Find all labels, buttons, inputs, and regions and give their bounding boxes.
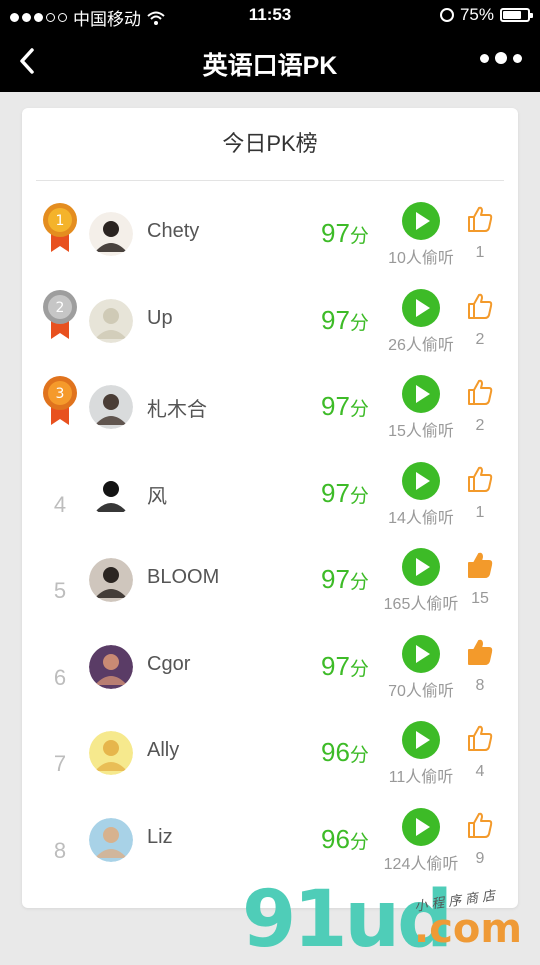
score: 97分: [321, 304, 369, 335]
listen-count: 26人偷听: [388, 336, 454, 354]
list-item[interactable]: 3 札木合 97分 15人偷听 2: [22, 369, 518, 455]
like-count: 9: [475, 849, 485, 867]
avatar[interactable]: [89, 644, 133, 689]
user-name: BLOOM: [147, 566, 220, 588]
rank-number: 5: [53, 578, 67, 603]
play-icon[interactable]: [402, 202, 440, 240]
medal-gold-icon: 1: [43, 203, 77, 252]
user-name: 风: [147, 485, 167, 508]
avatar[interactable]: [89, 298, 133, 343]
medal-bronze-icon: 3: [43, 376, 77, 425]
user-name: Up: [147, 306, 173, 329]
rank-number: 6: [53, 664, 67, 690]
list-item[interactable]: 1 Chety 97分 10人偷听 1: [22, 196, 518, 282]
list-item[interactable]: 4 风 97分 14人偷听 1: [22, 456, 518, 542]
user-name: Liz: [147, 825, 173, 848]
listen-count: 11人偷听: [388, 769, 454, 786]
avatar[interactable]: [89, 212, 133, 256]
score: 97分: [321, 477, 369, 508]
avatar[interactable]: [89, 558, 133, 602]
list-item[interactable]: 2 Up 97分 26人偷听 2: [22, 283, 518, 369]
battery-icon: [500, 8, 533, 22]
nav-bar: 英语口语PK: [0, 30, 540, 92]
divider: [36, 180, 504, 181]
score: 96分: [321, 737, 369, 767]
play-icon[interactable]: [402, 634, 440, 673]
thumbs-up-icon[interactable]: [465, 291, 495, 321]
thumbs-up-icon[interactable]: [465, 204, 495, 234]
avatar[interactable]: [89, 385, 133, 429]
score: 97分: [321, 391, 369, 421]
thumbs-up-icon[interactable]: [465, 723, 495, 753]
user-name: 札木合: [147, 399, 207, 421]
medal-rank: 2: [56, 300, 65, 316]
thumbs-up-icon[interactable]: [465, 464, 495, 494]
rank-number: 4: [53, 491, 67, 517]
list-item[interactable]: 6 Cgor 97分 70人偷听 8: [22, 629, 518, 715]
thumbs-up-icon[interactable]: [465, 810, 495, 840]
status-bar: 中国移动 11:53 75%: [0, 0, 540, 30]
like-count: 8: [475, 676, 485, 694]
list-item[interactable]: 7 Ally 96分 11人偷听 4: [22, 715, 518, 801]
list-item[interactable]: 5 BLOOM 97分 165人偷听 15: [22, 542, 518, 628]
listen-count: 15人偷听: [388, 423, 454, 440]
leaderboard-card: 今日PK榜 1 Chety 97分 10人偷听 1 2 Up 97分 26人偷听…: [22, 108, 518, 908]
avatar[interactable]: [89, 471, 133, 516]
medal-silver-icon: 2: [43, 289, 77, 339]
thumbs-up-icon[interactable]: [465, 550, 495, 580]
score: 97分: [321, 218, 369, 248]
score: 96分: [321, 823, 369, 854]
rank-number: 7: [53, 751, 67, 776]
listen-count: 10人偷听: [388, 250, 454, 267]
watermark-suffix: .com: [414, 906, 523, 952]
play-icon[interactable]: [402, 375, 440, 413]
medal-rank: 3: [56, 386, 65, 402]
battery-percent: 75%: [459, 5, 494, 24]
listen-count: 124人偷听: [383, 855, 459, 873]
play-icon[interactable]: [402, 288, 440, 327]
like-count: 2: [475, 417, 485, 434]
play-icon[interactable]: [402, 461, 440, 500]
medal-rank: 1: [56, 213, 65, 229]
user-name: Cgor: [147, 652, 191, 675]
rank-number: 8: [53, 837, 67, 863]
play-icon[interactable]: [402, 721, 440, 759]
like-count: 1: [475, 244, 485, 261]
page-title: 英语口语PK: [202, 52, 338, 80]
leaderboard-title: 今日PK榜: [222, 131, 318, 156]
like-count: 4: [475, 763, 485, 780]
rotation-lock-icon: [439, 8, 454, 22]
like-count: 15: [471, 590, 489, 607]
thumbs-up-icon[interactable]: [465, 377, 495, 407]
avatar[interactable]: [89, 817, 133, 862]
play-icon[interactable]: [402, 807, 440, 846]
thumbs-up-icon[interactable]: [465, 637, 495, 667]
user-name: Chety: [147, 220, 200, 242]
listen-count: 70人偷听: [388, 682, 454, 700]
like-count: 1: [475, 503, 485, 521]
user-name: Ally: [147, 739, 180, 761]
avatar[interactable]: [89, 731, 133, 775]
score: 97分: [321, 650, 369, 681]
listen-count: 14人偷听: [388, 509, 454, 527]
more-dots-icon[interactable]: [480, 52, 522, 64]
like-count: 2: [475, 330, 485, 348]
list-item[interactable]: 8 Liz 96分 124人偷听 9: [22, 802, 518, 888]
score: 97分: [321, 564, 369, 594]
play-icon[interactable]: [402, 548, 440, 586]
listen-count: 165人偷听: [383, 596, 459, 613]
